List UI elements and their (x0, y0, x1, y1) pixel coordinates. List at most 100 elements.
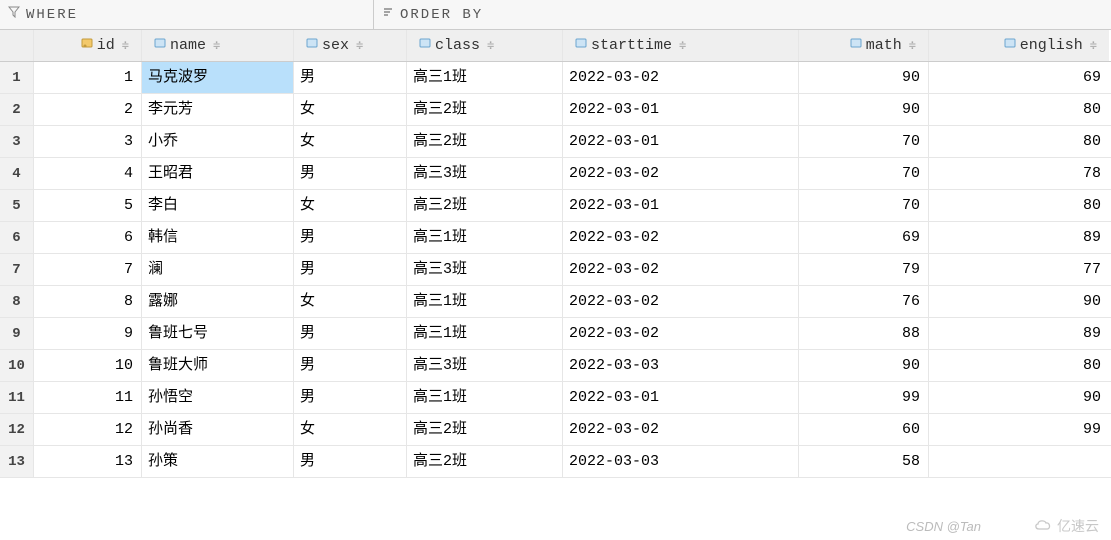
cell-name[interactable]: 李白 (142, 190, 294, 221)
cell-id[interactable]: 12 (34, 414, 142, 445)
column-header-id[interactable]: id ≑ (34, 30, 142, 61)
cell-id[interactable]: 9 (34, 318, 142, 349)
cell-id[interactable]: 4 (34, 158, 142, 189)
row-number[interactable]: 8 (0, 286, 34, 317)
row-number[interactable]: 7 (0, 254, 34, 285)
cell-class[interactable]: 高三3班 (407, 350, 563, 381)
cell-class[interactable]: 高三2班 (407, 414, 563, 445)
row-number[interactable]: 1 (0, 62, 34, 93)
cell-class[interactable]: 高三1班 (407, 286, 563, 317)
row-number[interactable]: 5 (0, 190, 34, 221)
cell-starttime[interactable]: 2022-03-02 (563, 158, 799, 189)
cell-name[interactable]: 孙尚香 (142, 414, 294, 445)
cell-math[interactable]: 69 (799, 222, 929, 253)
table-row[interactable]: 55李白女高三2班2022-03-017080 (0, 190, 1111, 222)
cell-starttime[interactable]: 2022-03-03 (563, 350, 799, 381)
row-number[interactable]: 3 (0, 126, 34, 157)
where-clause-input[interactable]: WHERE (0, 0, 374, 29)
cell-math[interactable]: 70 (799, 190, 929, 221)
cell-id[interactable]: 3 (34, 126, 142, 157)
cell-class[interactable]: 高三2班 (407, 94, 563, 125)
row-number[interactable]: 13 (0, 446, 34, 477)
orderby-clause-input[interactable]: ORDER BY (374, 0, 1111, 29)
cell-math[interactable]: 90 (799, 94, 929, 125)
table-row[interactable]: 1010鲁班大师男高三3班2022-03-039080 (0, 350, 1111, 382)
cell-math[interactable]: 76 (799, 286, 929, 317)
cell-sex[interactable]: 男 (294, 254, 407, 285)
cell-english[interactable]: 89 (929, 222, 1109, 253)
cell-english[interactable]: 90 (929, 382, 1109, 413)
cell-math[interactable]: 90 (799, 350, 929, 381)
row-number-header[interactable] (0, 30, 34, 61)
cell-english[interactable]: 77 (929, 254, 1109, 285)
cell-id[interactable]: 11 (34, 382, 142, 413)
column-header-starttime[interactable]: starttime ≑ (563, 30, 799, 61)
table-row[interactable]: 1212孙尚香女高三2班2022-03-026099 (0, 414, 1111, 446)
cell-starttime[interactable]: 2022-03-01 (563, 126, 799, 157)
cell-name[interactable]: 孙悟空 (142, 382, 294, 413)
cell-name[interactable]: 鲁班大师 (142, 350, 294, 381)
cell-english[interactable]: 90 (929, 286, 1109, 317)
row-number[interactable]: 10 (0, 350, 34, 381)
cell-class[interactable]: 高三2班 (407, 126, 563, 157)
cell-english[interactable]: 78 (929, 158, 1109, 189)
cell-math[interactable]: 90 (799, 62, 929, 93)
cell-english[interactable] (929, 446, 1109, 477)
cell-class[interactable]: 高三3班 (407, 158, 563, 189)
cell-class[interactable]: 高三1班 (407, 62, 563, 93)
cell-name[interactable]: 王昭君 (142, 158, 294, 189)
cell-sex[interactable]: 女 (294, 190, 407, 221)
cell-math[interactable]: 79 (799, 254, 929, 285)
cell-sex[interactable]: 男 (294, 158, 407, 189)
cell-class[interactable]: 高三1班 (407, 318, 563, 349)
cell-english[interactable]: 99 (929, 414, 1109, 445)
table-row[interactable]: 99鲁班七号男高三1班2022-03-028889 (0, 318, 1111, 350)
cell-math[interactable]: 99 (799, 382, 929, 413)
cell-math[interactable]: 58 (799, 446, 929, 477)
row-number[interactable]: 12 (0, 414, 34, 445)
cell-starttime[interactable]: 2022-03-02 (563, 414, 799, 445)
cell-math[interactable]: 70 (799, 158, 929, 189)
cell-english[interactable]: 80 (929, 190, 1109, 221)
cell-sex[interactable]: 男 (294, 318, 407, 349)
cell-starttime[interactable]: 2022-03-02 (563, 286, 799, 317)
cell-sex[interactable]: 女 (294, 94, 407, 125)
cell-name[interactable]: 露娜 (142, 286, 294, 317)
cell-id[interactable]: 13 (34, 446, 142, 477)
cell-starttime[interactable]: 2022-03-02 (563, 222, 799, 253)
cell-name[interactable]: 小乔 (142, 126, 294, 157)
cell-sex[interactable]: 男 (294, 62, 407, 93)
cell-sex[interactable]: 女 (294, 414, 407, 445)
cell-starttime[interactable]: 2022-03-01 (563, 94, 799, 125)
row-number[interactable]: 2 (0, 94, 34, 125)
cell-name[interactable]: 李元芳 (142, 94, 294, 125)
cell-starttime[interactable]: 2022-03-03 (563, 446, 799, 477)
column-header-sex[interactable]: sex ≑ (294, 30, 407, 61)
cell-id[interactable]: 6 (34, 222, 142, 253)
cell-class[interactable]: 高三1班 (407, 382, 563, 413)
cell-sex[interactable]: 男 (294, 382, 407, 413)
column-header-class[interactable]: class ≑ (407, 30, 563, 61)
column-header-name[interactable]: name ≑ (142, 30, 294, 61)
cell-id[interactable]: 8 (34, 286, 142, 317)
cell-math[interactable]: 60 (799, 414, 929, 445)
cell-starttime[interactable]: 2022-03-01 (563, 382, 799, 413)
row-number[interactable]: 11 (0, 382, 34, 413)
cell-sex[interactable]: 男 (294, 446, 407, 477)
cell-name[interactable]: 澜 (142, 254, 294, 285)
row-number[interactable]: 6 (0, 222, 34, 253)
cell-class[interactable]: 高三1班 (407, 222, 563, 253)
table-row[interactable]: 33小乔女高三2班2022-03-017080 (0, 126, 1111, 158)
row-number[interactable]: 9 (0, 318, 34, 349)
column-header-english[interactable]: english ≑ (929, 30, 1109, 61)
cell-english[interactable]: 69 (929, 62, 1109, 93)
cell-starttime[interactable]: 2022-03-02 (563, 254, 799, 285)
table-row[interactable]: 77澜男高三3班2022-03-027977 (0, 254, 1111, 286)
cell-sex[interactable]: 男 (294, 350, 407, 381)
cell-english[interactable]: 80 (929, 350, 1109, 381)
cell-name[interactable]: 马克波罗 (142, 62, 294, 93)
cell-class[interactable]: 高三2班 (407, 190, 563, 221)
cell-class[interactable]: 高三3班 (407, 254, 563, 285)
cell-name[interactable]: 韩信 (142, 222, 294, 253)
cell-math[interactable]: 70 (799, 126, 929, 157)
